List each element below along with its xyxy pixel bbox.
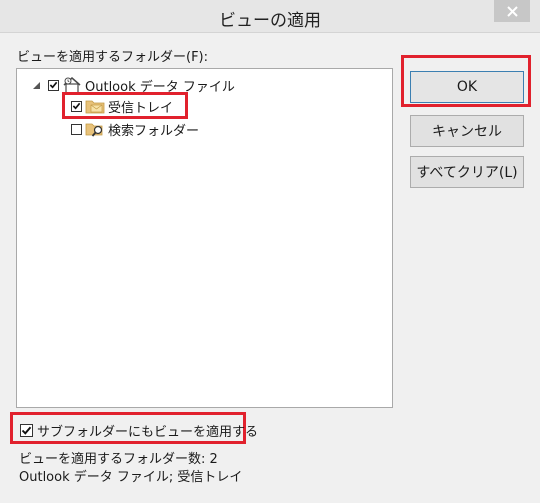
apply-subfolders-checkbox[interactable] — [20, 424, 33, 437]
window-title: ビューの適用 — [219, 11, 321, 31]
cancel-button[interactable]: キャンセル — [410, 115, 524, 147]
apply-subfolders-option[interactable]: サブフォルダーにもビューを適用する — [20, 421, 258, 440]
tree-node-search-folders[interactable]: 検索フォルダー — [71, 119, 199, 139]
inbox-highlight-box — [62, 92, 188, 119]
root-checkbox[interactable] — [48, 79, 59, 91]
selected-folders-text: Outlook データ ファイル; 受信トレイ — [19, 470, 243, 485]
tree-node-label: 検索フォルダー — [108, 123, 200, 139]
checkmark-icon — [49, 81, 58, 89]
collapse-arrow-icon[interactable] — [32, 81, 41, 90]
folder-count-text: ビューを適用するフォルダー数: 2 — [19, 452, 218, 467]
folders-label: ビューを適用するフォルダー(F): — [17, 50, 209, 65]
title-bar: ビューの適用 — [0, 0, 540, 33]
checkmark-icon — [21, 426, 32, 435]
close-button[interactable] — [494, 0, 530, 22]
search-folder-icon — [85, 120, 105, 138]
apply-subfolders-label: サブフォルダーにもビューを適用する — [37, 425, 259, 440]
search-folders-checkbox[interactable] — [71, 123, 82, 135]
folder-tree[interactable]: Outlook データ ファイル 受信トレイ 検索フォルダー — [16, 68, 393, 408]
clear-all-button[interactable]: すべてクリア(L) — [410, 156, 524, 188]
ok-button[interactable]: OK — [410, 71, 524, 103]
close-icon — [506, 5, 518, 17]
